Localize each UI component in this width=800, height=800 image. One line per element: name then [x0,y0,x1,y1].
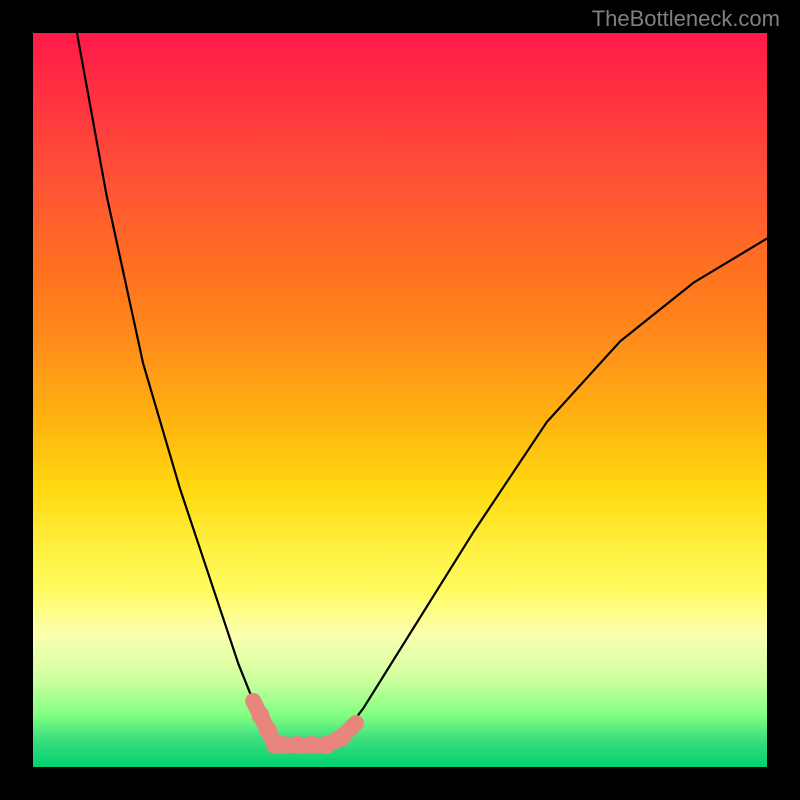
chart-svg [33,33,767,767]
marker-point [332,729,350,747]
bottleneck-curves [77,33,767,745]
marker-point [247,695,259,707]
chart-plot-area [33,33,767,767]
marker-point [350,717,362,729]
hardware-markers [247,695,362,754]
left-curve [77,33,275,745]
right-curve [341,239,767,738]
watermark-text: TheBottleneck.com [592,6,780,32]
